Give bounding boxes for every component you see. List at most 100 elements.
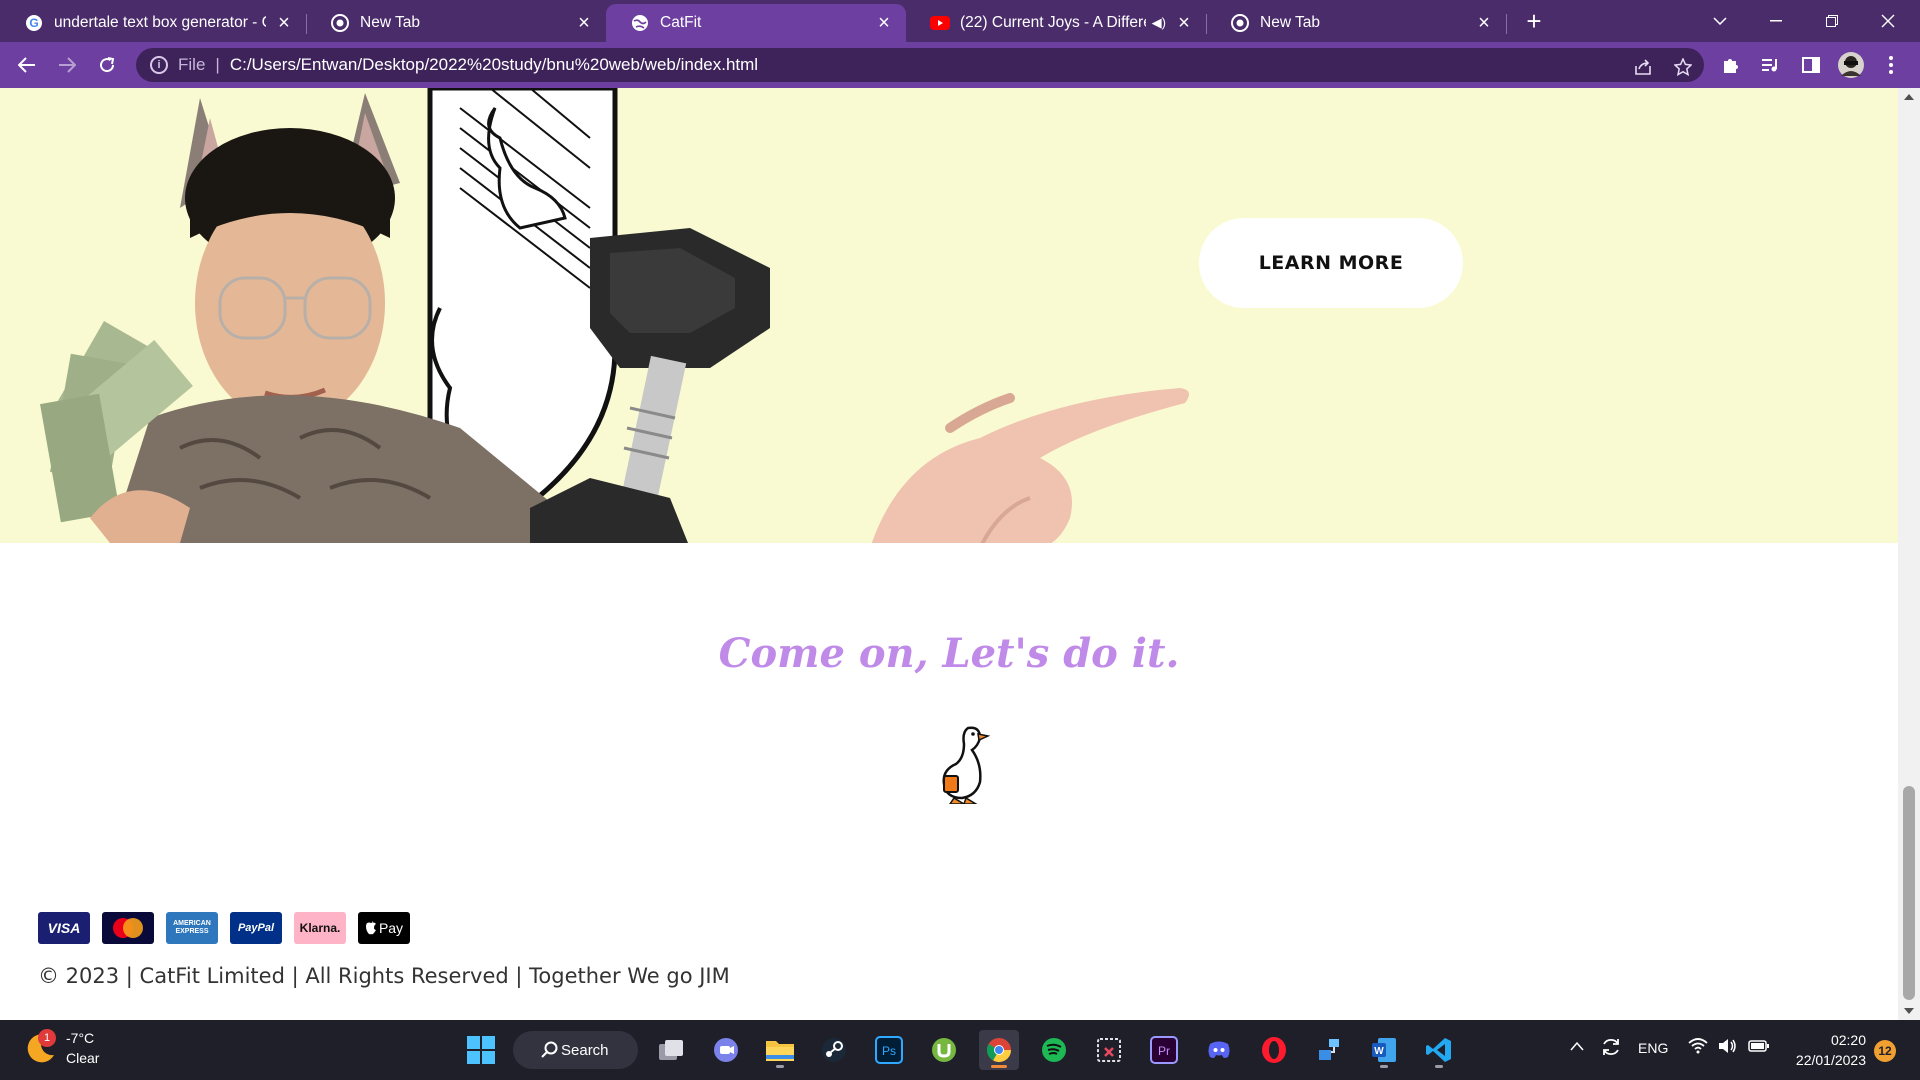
taskbar-network-app[interactable] bbox=[1309, 1030, 1349, 1070]
taskbar-opera[interactable] bbox=[1254, 1030, 1294, 1070]
goose-icon bbox=[942, 726, 990, 804]
photoshop-icon: Ps bbox=[875, 1036, 903, 1064]
visa-icon: VISA bbox=[38, 912, 90, 944]
restore-button[interactable] bbox=[1804, 0, 1860, 42]
media-control-button[interactable] bbox=[1756, 50, 1786, 80]
close-icon[interactable]: × bbox=[874, 12, 894, 34]
tab-title: CatFit bbox=[660, 14, 702, 31]
info-icon[interactable]: i bbox=[150, 56, 168, 74]
forward-button[interactable] bbox=[52, 50, 82, 80]
tab-search-button[interactable] bbox=[1692, 0, 1748, 42]
taskbar-photoshop[interactable]: Ps bbox=[869, 1030, 909, 1070]
tab-strip: G undertale text box generator - Go × Ne… bbox=[0, 0, 1920, 42]
tab-title: New Tab bbox=[360, 14, 421, 31]
discord-icon bbox=[1208, 1041, 1230, 1058]
mastercard-icon bbox=[102, 912, 154, 944]
learn-more-button[interactable]: LEARN MORE bbox=[1199, 218, 1463, 308]
tab-catfit[interactable]: CatFit × bbox=[606, 4, 906, 42]
chat-icon bbox=[714, 1038, 738, 1062]
scroll-down-icon[interactable] bbox=[1904, 1008, 1914, 1014]
notification-badge[interactable]: 12 bbox=[1874, 1040, 1896, 1062]
extensions-button[interactable] bbox=[1716, 50, 1746, 80]
close-window-button[interactable] bbox=[1860, 0, 1916, 42]
tab-undertale[interactable]: G undertale text box generator - Go × bbox=[0, 4, 306, 42]
url-divider: | bbox=[215, 55, 220, 74]
tab-title: undertale text box generator - Go bbox=[54, 14, 266, 31]
taskbar-premiere[interactable]: Pr bbox=[1144, 1030, 1184, 1070]
new-tab-button[interactable]: + bbox=[1520, 8, 1548, 36]
tab-new-tab-2[interactable]: New Tab × bbox=[1206, 4, 1506, 42]
tab-divider bbox=[1506, 14, 1507, 34]
weather-widget[interactable]: 1 -7°C Clear bbox=[24, 1028, 99, 1068]
volume-icon[interactable] bbox=[1718, 1038, 1738, 1057]
taskbar-word[interactable]: W bbox=[1364, 1030, 1404, 1070]
profile-button[interactable] bbox=[1836, 50, 1866, 80]
restore-icon bbox=[1826, 15, 1838, 27]
avatar bbox=[1838, 52, 1864, 78]
running-indicator bbox=[1435, 1065, 1443, 1068]
taskbar-steam[interactable] bbox=[814, 1030, 854, 1070]
utorrent-icon bbox=[932, 1038, 956, 1062]
tray-overflow-button[interactable] bbox=[1570, 1038, 1584, 1054]
taskbar-spotify[interactable] bbox=[1034, 1030, 1074, 1070]
weather-condition: Clear bbox=[66, 1050, 100, 1066]
taskbar-chrome[interactable] bbox=[979, 1030, 1019, 1070]
close-icon[interactable]: × bbox=[574, 12, 594, 34]
taskbar-search-button[interactable]: Search bbox=[513, 1031, 638, 1069]
amex-icon: AMERICAN EXPRESS bbox=[166, 912, 218, 944]
start-button[interactable] bbox=[461, 1030, 501, 1070]
paypal-icon: PayPal bbox=[230, 912, 282, 944]
page-viewport: LEARN MORE Come on, Let's do it. VISA AM… bbox=[0, 88, 1920, 1020]
page-scrollbar[interactable] bbox=[1898, 88, 1920, 1020]
dumbbell-illustration bbox=[530, 228, 770, 543]
battery-icon[interactable] bbox=[1748, 1039, 1770, 1056]
taskbar: 1 -7°C Clear Search Ps Pr W ENG 02:20 22… bbox=[0, 1020, 1920, 1080]
task-view-icon bbox=[659, 1040, 683, 1060]
system-clock[interactable]: 02:20 22/01/2023 bbox=[1786, 1030, 1866, 1070]
address-bar[interactable]: i File | C:/Users/Entwan/Desktop/2022%20… bbox=[136, 48, 1704, 82]
reload-button[interactable] bbox=[92, 50, 122, 80]
running-indicator bbox=[991, 1065, 1007, 1068]
taskbar-vscode[interactable] bbox=[1419, 1030, 1459, 1070]
minimize-button[interactable] bbox=[1748, 0, 1804, 42]
tab-new-tab-1[interactable]: New Tab × bbox=[306, 4, 606, 42]
taskbar-snipping-tool[interactable] bbox=[1089, 1030, 1129, 1070]
vscode-icon bbox=[1426, 1038, 1451, 1062]
tab-youtube[interactable]: (22) Current Joys - A Different ◀) × bbox=[906, 4, 1206, 42]
sync-icon[interactable] bbox=[1600, 1036, 1622, 1061]
close-icon[interactable]: × bbox=[274, 12, 294, 34]
snipping-icon bbox=[1097, 1038, 1121, 1062]
search-label: Search bbox=[561, 1041, 609, 1059]
clock-time: 02:20 bbox=[1830, 1032, 1866, 1048]
speaker-icon[interactable]: ◀) bbox=[1152, 15, 1166, 31]
url-text[interactable]: C:/Users/Entwan/Desktop/2022%20study/bnu… bbox=[230, 55, 758, 75]
scroll-up-icon[interactable] bbox=[1904, 94, 1914, 100]
svg-text:G: G bbox=[29, 16, 38, 30]
hero-banner: LEARN MORE bbox=[0, 88, 1898, 543]
spotify-icon bbox=[1042, 1038, 1066, 1062]
minimize-icon bbox=[1770, 20, 1782, 22]
taskbar-discord[interactable] bbox=[1199, 1030, 1239, 1070]
taskbar-file-explorer[interactable] bbox=[760, 1030, 800, 1070]
pointing-hand-illustration bbox=[871, 388, 1189, 543]
task-view-button[interactable] bbox=[651, 1030, 691, 1070]
close-icon[interactable]: × bbox=[1474, 12, 1494, 34]
close-icon[interactable]: × bbox=[1174, 12, 1194, 34]
scrollbar-thumb[interactable] bbox=[1903, 786, 1915, 1000]
menu-button[interactable] bbox=[1876, 50, 1906, 80]
word-icon: W bbox=[1372, 1038, 1396, 1062]
back-button[interactable] bbox=[12, 50, 42, 80]
more-vertical-icon bbox=[1889, 56, 1893, 74]
wifi-icon[interactable] bbox=[1688, 1038, 1708, 1057]
share-icon[interactable] bbox=[1630, 54, 1656, 80]
clock-date: 22/01/2023 bbox=[1795, 1052, 1866, 1068]
side-panel-button[interactable] bbox=[1796, 50, 1826, 80]
tab-title: (22) Current Joys - A Different bbox=[960, 14, 1146, 31]
search-icon bbox=[541, 1041, 558, 1058]
star-icon[interactable] bbox=[1670, 54, 1696, 80]
language-indicator[interactable]: ENG bbox=[1638, 1040, 1668, 1056]
taskbar-utorrent[interactable] bbox=[924, 1030, 964, 1070]
arrow-left-icon bbox=[18, 57, 35, 73]
klarna-icon: Klarna. bbox=[294, 912, 346, 944]
taskbar-teams[interactable] bbox=[706, 1030, 746, 1070]
